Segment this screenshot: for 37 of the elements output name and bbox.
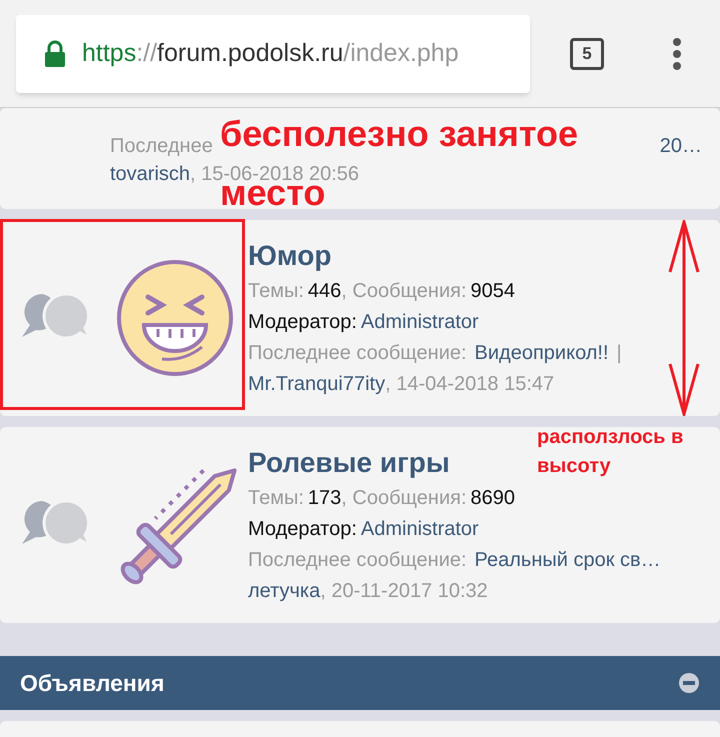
topics-label: Темы: [248,279,304,304]
last-post-label: Последнее сообщение: [248,341,467,366]
moderator-label: Модератор: [248,517,357,542]
post-time: , 20-11-2017 10:32 [320,579,488,604]
moderator-link[interactable]: Administrator [360,514,479,545]
topics-count: 173 [308,486,342,511]
lock-icon [44,40,66,68]
forum-title[interactable]: Юмор [248,236,332,276]
posts-label: , Сообщения: [341,486,466,511]
menu-icon[interactable] [672,36,682,70]
author-link[interactable]: Mr.Tranqui77ity [248,369,386,400]
collapse-icon[interactable] [678,672,700,694]
last-post-link[interactable]: 20… [660,131,702,161]
annotation-text: расползлось в высоту [537,425,684,479]
posts-count: 9054 [470,279,515,304]
post-time: , 14-04-2018 15:47 [385,372,554,397]
tab-count-button[interactable]: 5 [570,38,604,70]
last-post-link[interactable]: Реальный срок св… [474,545,661,576]
section-title: Объявления [20,668,164,698]
moderator-label: Модератор: [248,310,357,335]
separator: | [616,341,622,366]
forum-title[interactable]: Ролевые игры [248,443,450,483]
posts-label: , Сообщения: [341,279,466,304]
last-post-link[interactable]: Видеоприкол!! [474,338,609,369]
author-link[interactable]: tovarisch [110,161,190,187]
author-link[interactable]: летучка [248,576,320,607]
post-time: , 15-06-2018 20:56 [190,162,360,186]
last-post-label: Последнее сообщение: [248,548,467,573]
moderator-link[interactable]: Administrator [360,307,479,338]
section-header[interactable]: Объявления [0,656,720,710]
annotation-text: бесполезно занятое [220,116,578,152]
last-post-label: Последнее [110,134,213,159]
topics-count: 446 [308,279,342,304]
topics-label: Темы: [248,486,304,511]
url-text: https://forum.podolsk.ru/index.php [82,38,459,69]
posts-count: 8690 [470,486,515,511]
address-bar[interactable]: https://forum.podolsk.ru/index.php [16,14,530,92]
